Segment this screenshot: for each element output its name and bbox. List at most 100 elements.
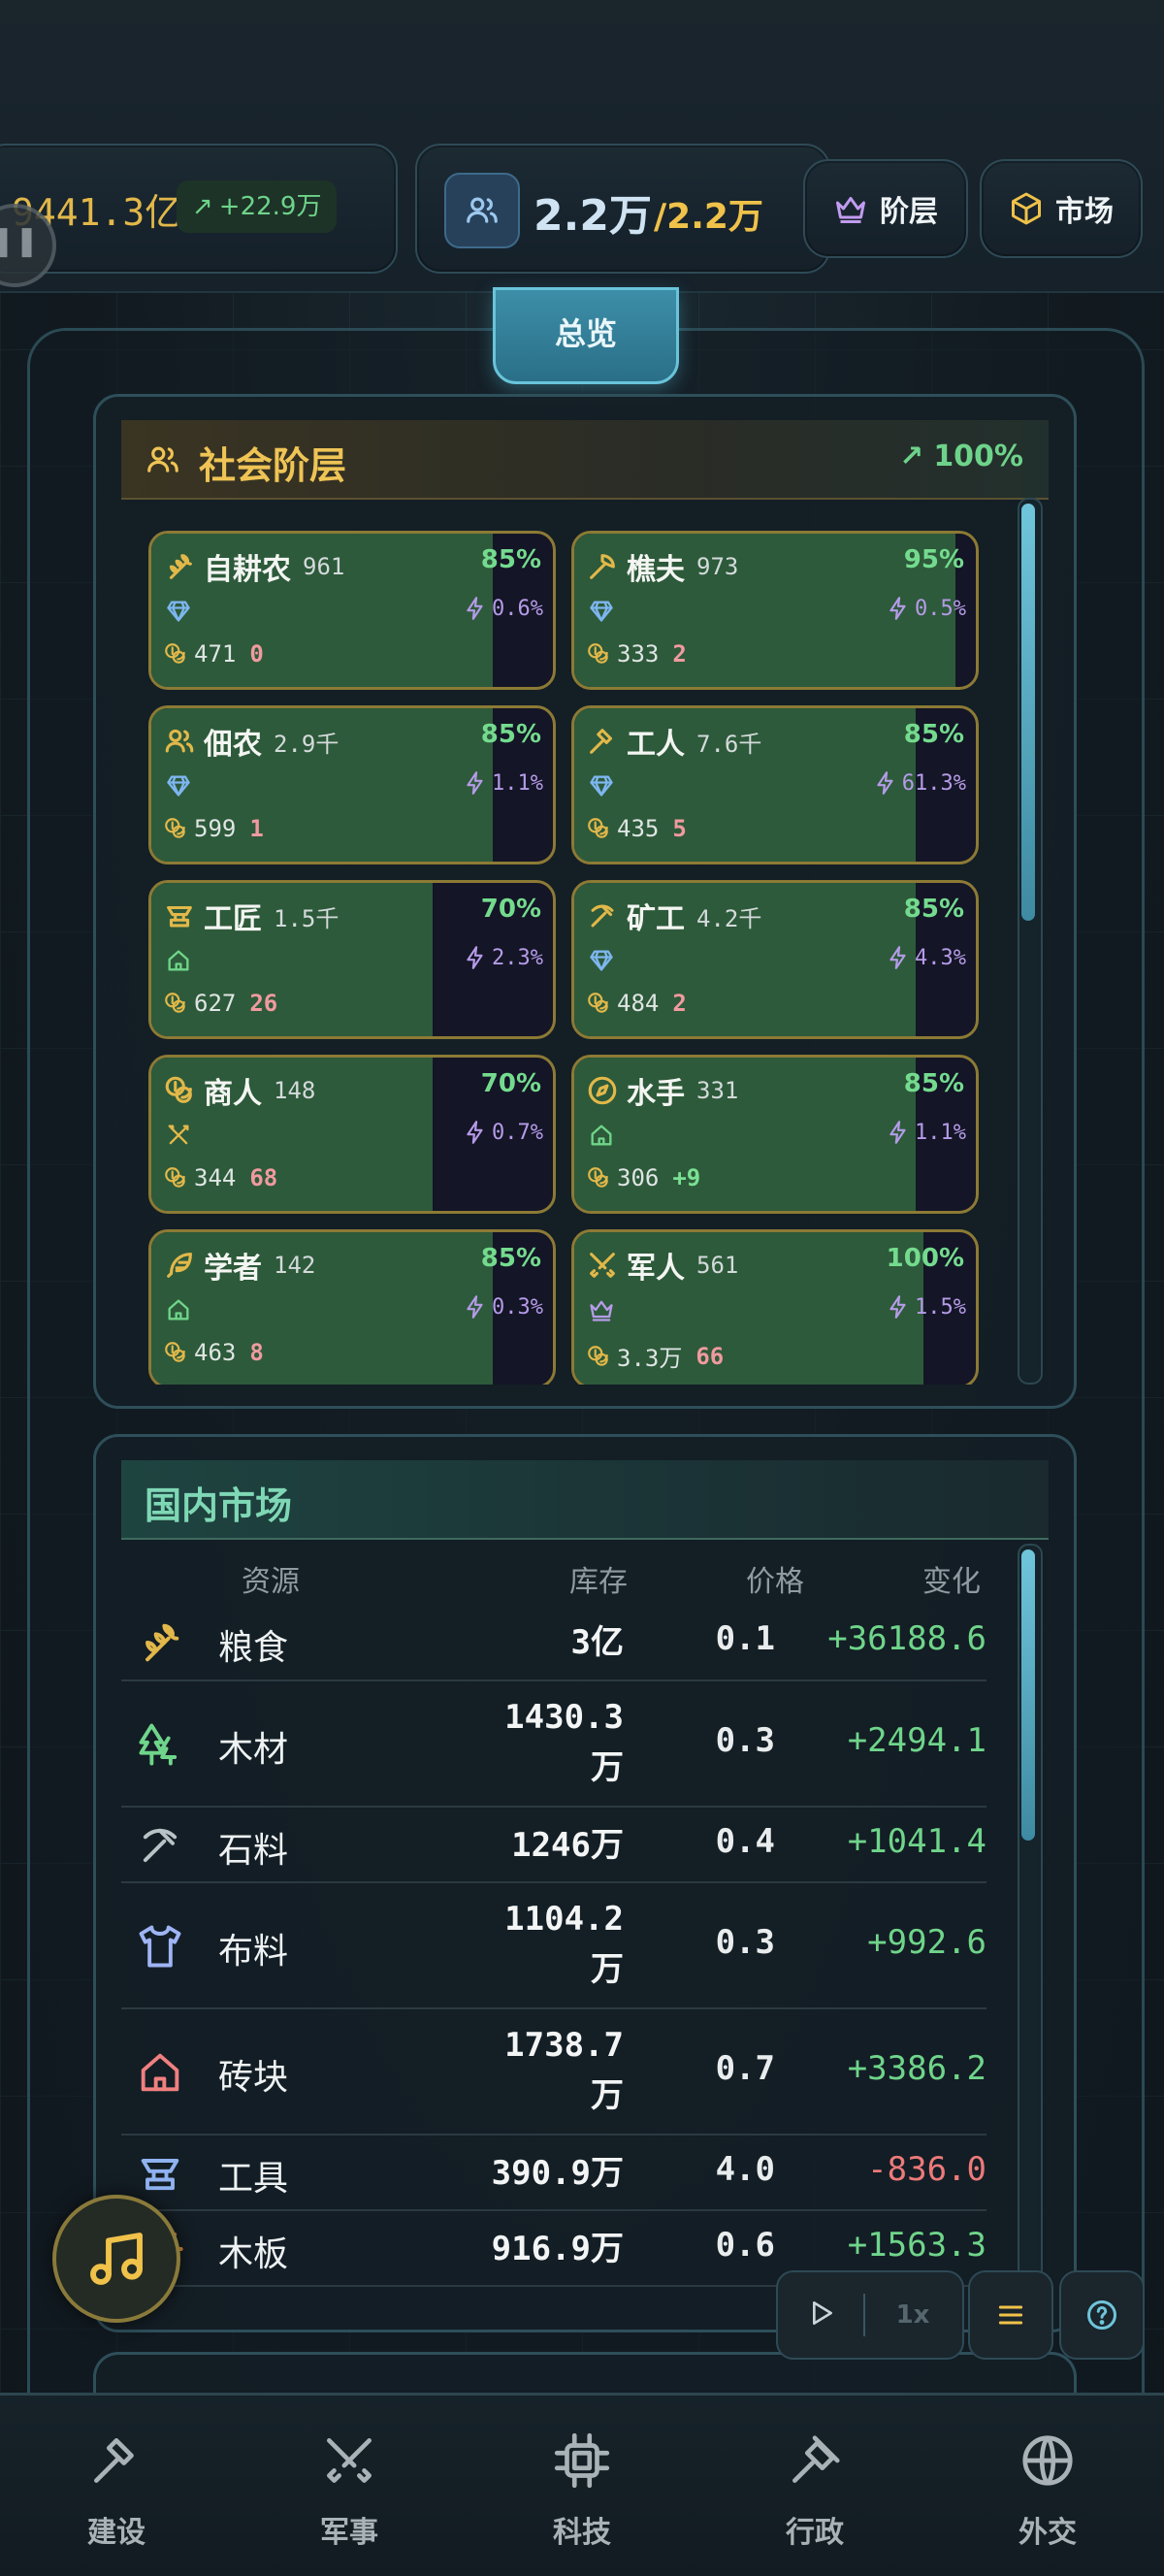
- stratum-name: 佃农: [204, 728, 262, 762]
- stratum-approval: 70%: [480, 1069, 541, 1098]
- stratum-influence: 61.3%: [873, 770, 966, 796]
- strata-scrollbar-thumb[interactable]: [1021, 504, 1035, 921]
- stratum-card[interactable]: 工匠 1.5千 70% 2.3% 627 26: [148, 880, 556, 1039]
- resource-icon: [135, 1820, 185, 1875]
- stratum-wealth-value: 333: [617, 640, 660, 668]
- stratum-need-icon: [165, 1296, 192, 1327]
- market-header: 国内市场: [121, 1460, 1049, 1540]
- stratum-card[interactable]: 自耕农 961 85% 0.6% 471 0: [148, 531, 556, 690]
- stratum-card[interactable]: 水手 331 85% 1.1% 306 +9: [571, 1055, 979, 1214]
- market-scrollbar-thumb[interactable]: [1021, 1549, 1035, 1841]
- nav-item[interactable]: 军事: [233, 2396, 466, 2576]
- stratum-wealth-delta: 2: [672, 640, 687, 668]
- stratum-wealth: 463 8: [163, 1339, 264, 1366]
- resource-name: 粮食: [218, 1628, 289, 1668]
- hammer-icon: [590, 729, 613, 754]
- stratum-card[interactable]: 军人 561 100% 1.5% 3.3万 66: [571, 1229, 979, 1385]
- stratum-wealth-delta: 66: [695, 1342, 725, 1370]
- strata-approval: ↗ 100%: [899, 440, 1023, 473]
- globe-icon: [1022, 2435, 1073, 2486]
- stratum-influence: 1.1%: [463, 770, 543, 796]
- stratum-approval: 85%: [480, 720, 541, 749]
- stratum-influence-value: 1.1%: [915, 1120, 966, 1145]
- house-icon: [141, 2053, 179, 2092]
- stratum-influence-value: 1.5%: [915, 1294, 966, 1320]
- stratum-wealth-delta: +9: [672, 1164, 701, 1191]
- stratum-influence-value: 2.3%: [492, 945, 543, 970]
- users-icon: [165, 729, 194, 753]
- music-icon: [90, 2233, 143, 2285]
- market-row[interactable]: 木材 1430.3 万 0.3 +2494.1: [121, 1681, 986, 1808]
- help-icon: [1087, 2300, 1116, 2330]
- population-display[interactable]: 2.2万 /2.2万: [415, 144, 830, 274]
- stratum-wealth-value: 344: [194, 1164, 237, 1191]
- coins-icon: [165, 1167, 185, 1188]
- play-button[interactable]: [778, 2298, 863, 2332]
- stratum-wealth-value: 484: [617, 990, 660, 1017]
- market-row[interactable]: 粮食 3亿 0.1 +36188.6: [121, 1604, 986, 1681]
- treasury-display[interactable]: 9441.3亿 ↗ +22.9万: [0, 144, 398, 274]
- bolt-icon: [889, 946, 906, 969]
- resource-name: 砖块: [218, 2058, 289, 2098]
- market-row[interactable]: 石料 1246万 0.4 +1041.4: [121, 1808, 986, 1883]
- box-icon: [1012, 192, 1041, 225]
- market-title: 国内市场: [145, 1484, 293, 1527]
- market-button-label: 市场: [1055, 195, 1114, 229]
- strata-button[interactable]: 阶层: [803, 159, 968, 258]
- stratum-need-icon: [165, 598, 192, 629]
- top-resource-bar: 9441.3亿 ↗ +22.9万 ❚❚ 2.2万 /2.2万 阶层 市场: [0, 0, 1164, 293]
- stratum-card[interactable]: 樵夫 973 95% 0.5% 333 2: [571, 531, 979, 690]
- stratum-wealth-value: 435: [617, 815, 660, 842]
- col-stock: 库存: [569, 1565, 628, 1599]
- stratum-approval: 95%: [903, 545, 964, 574]
- nav-item[interactable]: 外交: [931, 2396, 1164, 2576]
- strata-header: 社会阶层 ↗ 100%: [121, 420, 1049, 500]
- stratum-card[interactable]: 工人 7.6千 85% 61.3% 435 5: [571, 705, 979, 864]
- help-button[interactable]: [1059, 2270, 1145, 2360]
- stratum-card[interactable]: 矿工 4.2千 85% 4.3% 484 2: [571, 880, 979, 1039]
- nav-label: 外交: [1018, 2516, 1077, 2550]
- shirt-icon: [139, 1925, 181, 1968]
- coins-icon: [165, 993, 185, 1013]
- bolt-icon: [467, 771, 483, 795]
- population-max: /2.2万: [654, 197, 763, 237]
- strata-scrollbar[interactable]: [1018, 498, 1043, 1385]
- bolt-icon: [467, 946, 483, 969]
- strata-approval-value: 100%: [933, 440, 1023, 473]
- market-row[interactable]: 布料 1104.2 万 0.3 +992.6: [121, 1883, 986, 2009]
- resource-name: 木材: [218, 1730, 289, 1770]
- nav-label: 军事: [320, 2516, 378, 2550]
- market-button[interactable]: 市场: [980, 159, 1143, 258]
- stratum-wealth: 484 2: [586, 990, 687, 1017]
- menu-icon: [998, 2305, 1023, 2325]
- resource-stock: 1738.7 万: [504, 2026, 624, 2115]
- nav-item[interactable]: 科技: [466, 2396, 698, 2576]
- bolt-icon: [467, 1295, 483, 1319]
- house-icon: [591, 1125, 612, 1146]
- coins-icon: [588, 643, 608, 664]
- market-scrollbar[interactable]: [1018, 1544, 1043, 2314]
- stratum-wealth-value: 306: [617, 1164, 660, 1191]
- stratum-card[interactable]: 学者 142 85% 0.3% 463 8: [148, 1229, 556, 1385]
- stratum-wealth: 627 26: [163, 990, 277, 1017]
- nav-item[interactable]: 建设: [0, 2396, 233, 2576]
- stratum-need-icon: [165, 947, 192, 978]
- market-row[interactable]: 砖块 1738.7 万 0.7 +3386.2: [121, 2009, 986, 2136]
- stratum-card[interactable]: 佃农 2.9千 85% 1.1% 599 1: [148, 705, 556, 864]
- menu-button[interactable]: [968, 2270, 1053, 2360]
- resource-icon: [135, 1617, 185, 1672]
- music-button[interactable]: [52, 2195, 180, 2323]
- stratum-need-icon: [588, 1296, 615, 1327]
- market-table: 粮食 3亿 0.1 +36188.6 木材 1430.3 万 0.3 +2494.1 石料 124…: [121, 1604, 986, 2302]
- stratum-approval: 85%: [903, 720, 964, 749]
- tab-overview[interactable]: 总览: [493, 287, 679, 384]
- market-row[interactable]: 工具 390.9万 4.0 -836.0: [121, 2136, 986, 2211]
- col-resource: 资源: [242, 1565, 300, 1599]
- resource-name: 石料: [218, 1831, 289, 1871]
- nav-item[interactable]: 行政: [698, 2396, 931, 2576]
- stratum-need-icon: [588, 598, 615, 629]
- stratum-card[interactable]: 商人 148 70% 0.7% 344 68: [148, 1055, 556, 1214]
- stratum-name: 学者: [204, 1252, 262, 1286]
- coins-icon: [588, 1167, 608, 1188]
- speed-button[interactable]: 1x: [865, 2300, 960, 2330]
